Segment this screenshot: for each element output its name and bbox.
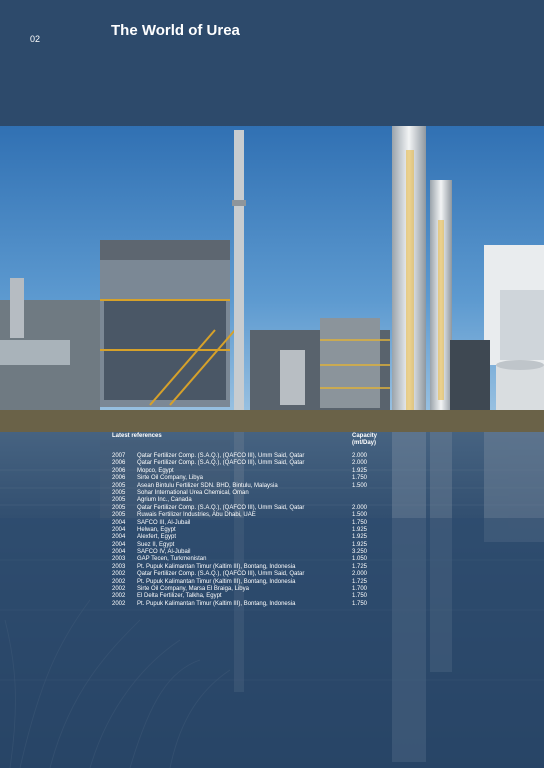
reference-company: Pt. Pupuk Kalimantan Timur (Kaltim III),… [137, 578, 296, 585]
reference-capacity: 1.700 [352, 586, 368, 593]
reference-capacity: 1.725 [352, 578, 368, 585]
reference-company: Qatar Fertilizer Comp. (S.A.Q.), (QAFCO … [137, 571, 305, 578]
reference-capacity: 1.750 [352, 593, 368, 600]
reference-company: Alexfert, Egypt [137, 534, 177, 541]
reference-company: SAFCO III, Al-Jubail [137, 519, 191, 526]
reference-company: Ruwais Fertilizer Industries, Abu Dhabi,… [137, 512, 256, 519]
reference-row: 2006 Mopco, Egypt 1.925 [112, 468, 402, 475]
reference-row: 2004 SAFCO III, Al-Jubail 1.750 [112, 520, 402, 527]
reference-company: Qatar Fertilizer Comp. (S.A.Q.), (QAFCO … [137, 460, 305, 467]
brochure-page: 02 The World of Urea Latest references C… [0, 0, 544, 768]
reference-capacity: 2.000 [352, 453, 368, 459]
reference-year: 2002 [112, 600, 126, 607]
reference-company: Suez II, Egypt [137, 541, 175, 548]
reference-year: 2006 [112, 467, 126, 474]
reference-row: 2005 Ruwais Fertilizer Industries, Abu Dh… [112, 512, 402, 519]
reference-company: Qatar Fertilizer Comp. (S.A.Q.), (QAFCO … [137, 453, 305, 459]
reference-year: 2004 [112, 534, 126, 541]
reference-row: 2003 Pt. Pupuk Kalimantan Timur (Kaltim I… [112, 564, 402, 571]
reference-capacity: 1.500 [352, 512, 368, 519]
reference-row: 2005 Asean Bintulu Fertilizer SDN. BHD, B… [112, 483, 402, 490]
reference-year: 2004 [112, 526, 126, 533]
reference-year: 2006 [112, 460, 126, 467]
reference-row: 2004 Helwan, Egypt 1.925 [112, 527, 402, 534]
capacity-heading-label: Capacity [352, 433, 378, 439]
reference-capacity: 1.750 [352, 600, 368, 607]
reference-company: Sirte Oil Company, Libya [137, 475, 203, 482]
reference-company: SAFCO IV, Al-Jubail [137, 549, 191, 556]
reference-row: 2006 Sirte Oil Company, Libya 1.750 [112, 475, 402, 482]
reference-company: Sirte Oil Company, Marsa El Braiga, Liby… [137, 586, 249, 593]
reference-row: 2002 Qatar Fertilizer Comp. (S.A.Q.), (QA… [112, 571, 402, 578]
reference-row: 2007 Qatar Fertilizer Comp. (S.A.Q.), (QA… [112, 453, 402, 460]
reference-company: GAP Tecen, Turkmenistan [137, 556, 207, 563]
reference-year: 2003 [112, 556, 126, 563]
references-table: Latest references Capacity (mt/Day) 2007… [112, 433, 402, 608]
capacity-heading-unit: (mt/Day) [352, 440, 377, 447]
reference-capacity: 1.925 [352, 541, 368, 548]
reference-year: 2002 [112, 593, 126, 600]
reference-year: 2005 [112, 497, 126, 504]
reference-year: 2002 [112, 571, 126, 578]
reference-company: Qatar Fertilizer Comp. (S.A.Q.), (QAFCO … [137, 504, 305, 511]
reference-year: 2003 [112, 563, 126, 570]
reference-company: Pt. Pupuk Kalimantan Timur (Kaltim III),… [137, 563, 296, 570]
reference-capacity: 1.500 [352, 482, 368, 489]
reference-row: 2002 Pt. Pupuk Kalimantan Timur (Kaltim I… [112, 601, 402, 608]
reference-year: 2005 [112, 504, 126, 511]
reference-capacity: 2.000 [352, 504, 368, 511]
reference-year: 2005 [112, 489, 126, 496]
reference-company: Asean Bintulu Fertilizer SDN. BHD, Bintu… [137, 482, 278, 489]
reference-capacity: 1.925 [352, 534, 368, 541]
reference-company: Sohar International Urea Chemical, Oman [137, 489, 249, 496]
reference-capacity: 1.925 [352, 526, 368, 533]
reference-company: Pt. Pupuk Kalimantan Timur (Kaltim III),… [137, 600, 296, 607]
reference-year: 2002 [112, 578, 126, 585]
reference-row: 2005 Sohar International Urea Chemical, O… [112, 490, 402, 497]
reference-row: 2004 Alexfert, Egypt 1.925 [112, 534, 402, 541]
reference-row: 2002 El Delta Fertilizer, Talkha, Egypt 1.… [112, 593, 402, 600]
reference-company: Helwan, Egypt [137, 526, 176, 533]
reference-year: 2004 [112, 541, 126, 548]
reference-row: 2002 Sirte Oil Company, Marsa El Braiga, … [112, 586, 402, 593]
reference-company: El Delta Fertilizer, Talkha, Egypt [137, 593, 222, 600]
reference-company: Mopco, Egypt [137, 467, 174, 474]
reference-row: 2004 Suez II, Egypt 1.925 [112, 542, 402, 549]
reference-row: 2002 Pt. Pupuk Kalimantan Timur (Kaltim I… [112, 579, 402, 586]
reference-year: 2004 [112, 549, 126, 556]
references-heading: Latest references [112, 433, 162, 439]
page-title: The World of Urea [111, 22, 240, 39]
reference-capacity: 1.925 [352, 467, 368, 474]
header-band [0, 0, 544, 126]
reference-row: 2004 SAFCO IV, Al-Jubail 3.250 [112, 549, 402, 556]
reference-capacity: 1.750 [352, 519, 368, 526]
reference-capacity: 1.725 [352, 563, 368, 570]
reference-capacity: 2.000 [352, 460, 368, 467]
reference-row: 2006 Qatar Fertilizer Comp. (S.A.Q.), (QA… [112, 460, 402, 467]
reference-year: 2006 [112, 475, 126, 482]
page-number: 02 [30, 34, 41, 44]
reference-year: 2007 [112, 453, 126, 459]
reference-year: 2005 [112, 512, 126, 519]
references-rows: 2007 Qatar Fertilizer Comp. (S.A.Q.), (QA… [112, 453, 402, 608]
reference-capacity: 2.000 [352, 571, 368, 578]
reference-year: 2005 [112, 482, 126, 489]
reference-capacity: 3.250 [352, 549, 368, 556]
references-table-header: Latest references Capacity (mt/Day) [112, 433, 402, 453]
reference-row: 2003 GAP Tecen, Turkmenistan 1.050 [112, 556, 402, 563]
reference-capacity: 1.750 [352, 475, 368, 482]
reference-year: 2002 [112, 586, 126, 593]
reference-row: 2005 Qatar Fertilizer Comp. (S.A.Q.), (QA… [112, 505, 402, 512]
reference-row: 2005 Agrium Inc., Canada [112, 497, 402, 504]
reference-capacity: 1.050 [352, 556, 368, 563]
reference-year: 2004 [112, 519, 126, 526]
capacity-heading: Capacity (mt/Day) [352, 433, 377, 448]
reference-company: Agrium Inc., Canada [137, 497, 192, 504]
